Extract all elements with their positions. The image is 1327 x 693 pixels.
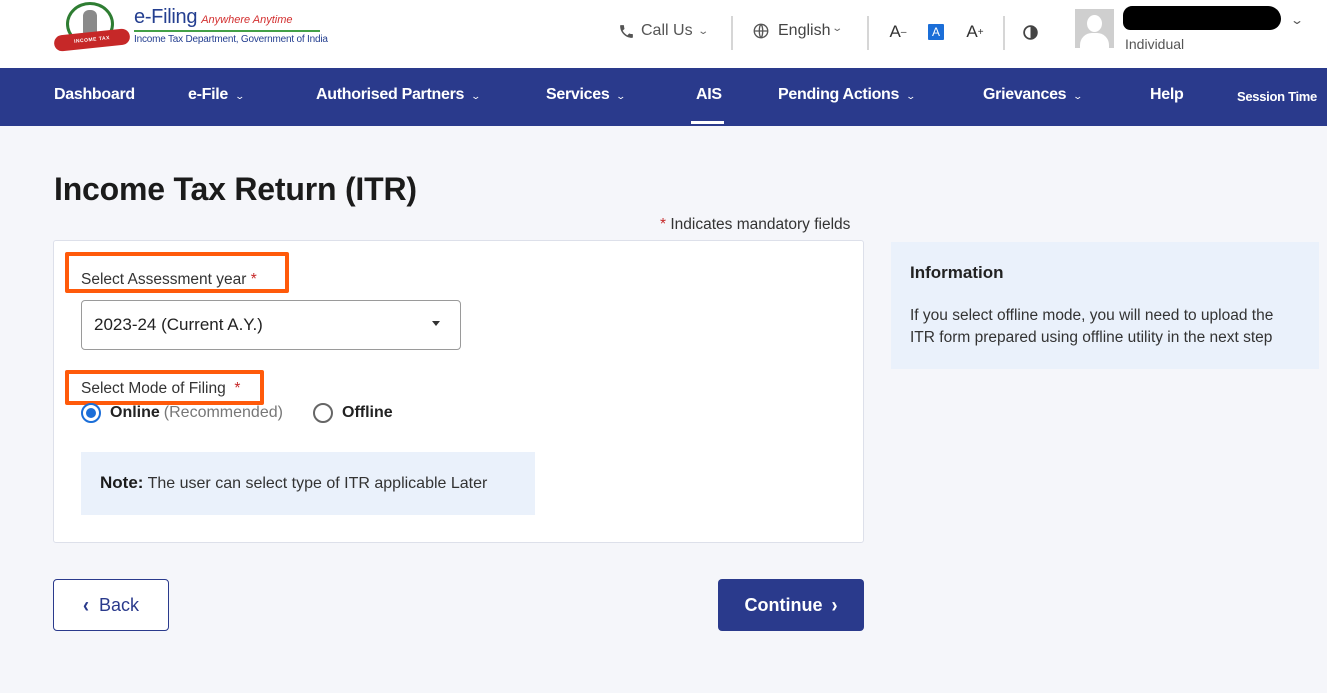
radio-online-label: Online (110, 404, 160, 421)
information-text: If you select offline mode, you will nee… (910, 307, 1274, 346)
radio-online[interactable]: Online (Recommended) (81, 403, 283, 423)
brand-divider (134, 30, 320, 32)
chevron-down-icon: ⌄ (1072, 91, 1084, 101)
continue-label: Continue (744, 594, 823, 615)
note-box: Note: The user can select type of ITR ap… (81, 452, 535, 515)
divider (731, 16, 733, 50)
information-title: Information (910, 263, 1004, 282)
language-label: English (778, 22, 831, 39)
continue-button[interactable]: Continue › (718, 579, 864, 631)
redacted-username (1123, 6, 1281, 30)
font-increase-button[interactable]: A + (965, 22, 985, 42)
nav-grievances[interactable]: Grievances ⌄ (983, 86, 1084, 104)
page-title: Income Tax Return (ITR) (54, 171, 417, 207)
emblem-ribbon: INCOME TAX DEPARTMENT (53, 28, 131, 61)
nav-e-file[interactable]: e-File ⌄ (188, 86, 246, 104)
nav-authorised-partners[interactable]: Authorised Partners ⌄ (316, 86, 482, 104)
back-label: Back (98, 594, 140, 615)
back-button[interactable]: ‹ Back (53, 579, 169, 631)
nav-dashboard[interactable]: Dashboard (54, 86, 135, 104)
avatar[interactable] (1075, 9, 1114, 48)
assessment-year-select[interactable]: 2023-24 (Current A.Y.) (81, 300, 461, 350)
brand-tagline: Anywhere Anytime (201, 14, 293, 26)
font-increase-icon: A (966, 22, 978, 41)
mandatory-note: * Indicates mandatory fields (660, 216, 850, 234)
chevron-right-icon: › (831, 592, 838, 617)
user-menu-chevron-icon[interactable]: ⌄ (1290, 13, 1304, 27)
radio-offline-label: Offline (342, 404, 393, 421)
caret-down-icon (432, 321, 440, 326)
chevron-down-icon: ⌄ (470, 91, 482, 101)
nav-active-indicator (691, 121, 724, 124)
radio-online-input[interactable] (81, 403, 101, 423)
efiling-logo[interactable]: INCOME TAX DEPARTMENT e-Filing Anywhere … (53, 2, 328, 61)
contrast-icon (1022, 24, 1038, 40)
chevron-down-icon: ⌄ (234, 91, 246, 101)
call-us-label: Call Us (641, 22, 693, 39)
nav-help[interactable]: Help (1150, 86, 1184, 104)
radio-offline[interactable]: Offline (313, 403, 393, 423)
contrast-toggle[interactable] (1020, 22, 1040, 42)
chevron-down-icon: ⌄ (696, 25, 709, 37)
radio-offline-input[interactable] (313, 403, 333, 423)
nav-ais[interactable]: AIS (696, 86, 722, 104)
divider (867, 16, 869, 50)
main-nav: Dashboard e-File ⌄ Authorised Partners ⌄ S… (0, 68, 1327, 126)
radio-online-hint: (Recommended) (163, 404, 283, 421)
note-label: Note: (100, 473, 144, 492)
nav-pending-actions[interactable]: Pending Actions ⌄ (778, 86, 917, 104)
brand: e-Filing Anywhere Anytime Income Tax Dep… (134, 6, 328, 45)
assessment-year-value: 2023-24 (Current A.Y.) (94, 315, 263, 334)
font-decrease-button[interactable]: A – (888, 22, 908, 42)
chevron-down-icon: ⌄ (615, 91, 627, 101)
mandatory-note-text: Indicates mandatory fields (670, 216, 851, 233)
information-panel: Information If you select offline mode, … (891, 242, 1319, 369)
chevron-down-icon: ⌄ (831, 22, 844, 34)
emblem-icon: INCOME TAX DEPARTMENT (53, 2, 131, 61)
chevron-down-icon: ⌄ (905, 91, 917, 101)
itr-form-card: Select Assessment year * 2023-24 (Curren… (53, 240, 864, 543)
brand-name: e-Filing (134, 6, 198, 28)
top-header: INCOME TAX DEPARTMENT e-Filing Anywhere … (0, 0, 1327, 68)
nav-session-time: Session Time (1237, 89, 1317, 104)
font-normal-button[interactable]: A (928, 24, 944, 40)
globe-icon (753, 23, 769, 39)
nav-services[interactable]: Services ⌄ (546, 86, 627, 104)
font-decrease-icon: A (889, 22, 901, 41)
divider (1003, 16, 1005, 50)
brand-subtitle: Income Tax Department, Government of Ind… (134, 34, 328, 45)
assessment-year-label: Select Assessment year * (81, 271, 257, 288)
call-us-dropdown[interactable]: Call Us ⌄ (618, 22, 709, 40)
phone-icon (620, 24, 633, 38)
mode-of-filing-label: Select Mode of Filing * (81, 380, 241, 397)
user-role: Individual (1125, 36, 1185, 52)
font-normal-icon: A (931, 25, 940, 39)
chevron-left-icon: ‹ (82, 592, 89, 617)
required-asterisk: * (660, 216, 667, 233)
language-dropdown[interactable]: English ⌄ (752, 22, 844, 40)
note-text: The user can select type of ITR applicab… (147, 475, 488, 492)
